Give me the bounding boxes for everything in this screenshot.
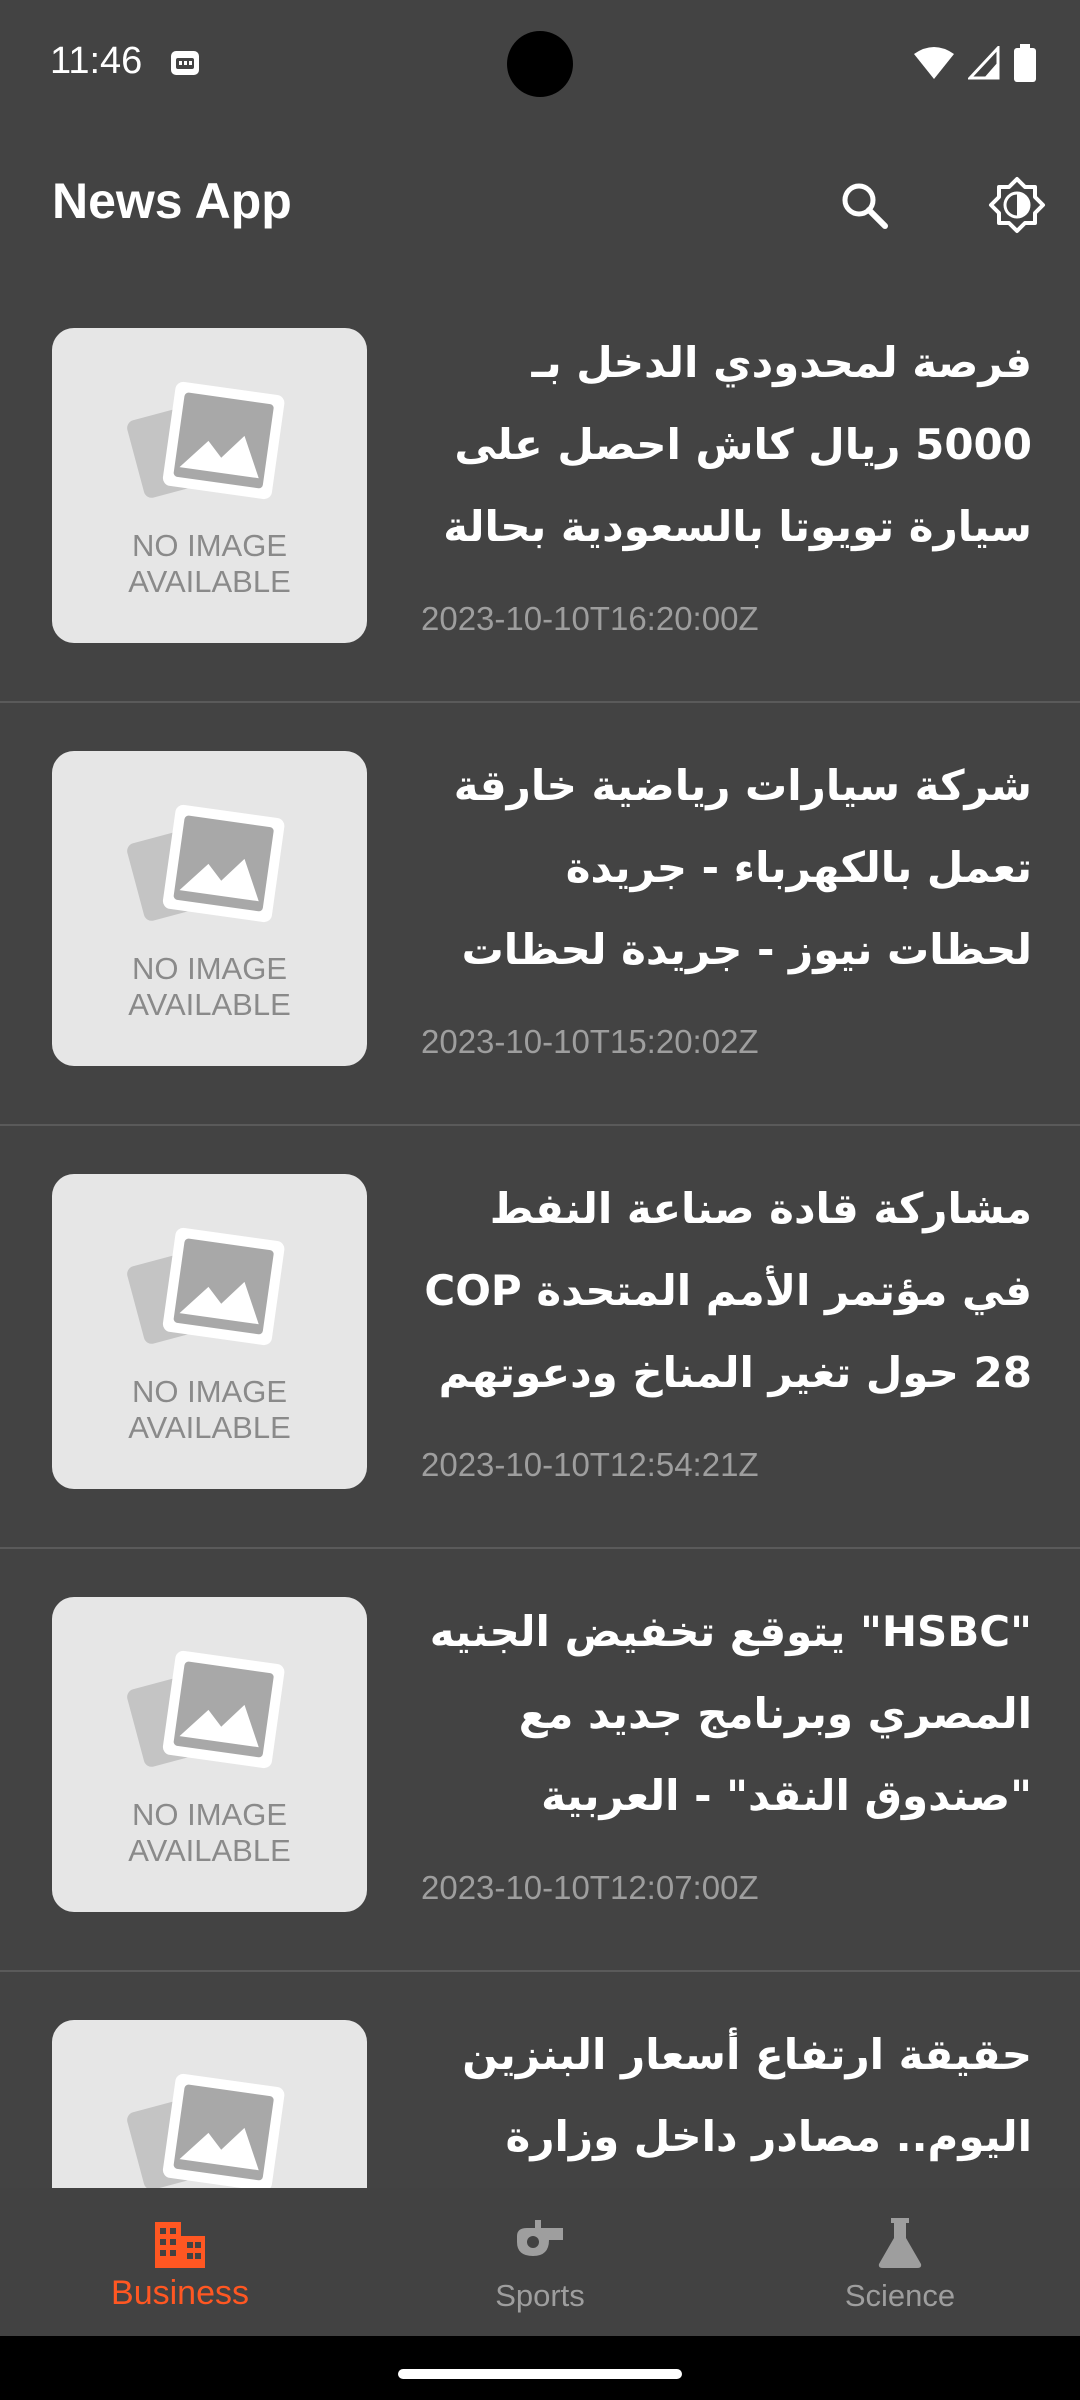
placeholder-text: NO IMAGE AVAILABLE bbox=[128, 528, 291, 599]
news-list[interactable]: NO IMAGE AVAILABLE فرصة لمحدودي الدخل بـ… bbox=[0, 280, 1080, 2188]
news-thumbnail: NO IMAGE AVAILABLE bbox=[52, 328, 367, 643]
building-icon bbox=[155, 2222, 205, 2268]
nav-label-science: Science bbox=[844, 2278, 956, 2313]
wifi-icon bbox=[914, 47, 954, 79]
nav-label-sports: Sports bbox=[495, 2278, 585, 2313]
flask-icon bbox=[878, 2218, 922, 2268]
image-placeholder-icon bbox=[127, 1227, 285, 1346]
bottom-navigation: Business Sports Science bbox=[0, 2188, 1080, 2336]
theme-toggle-icon bbox=[989, 177, 1045, 233]
nav-item-science[interactable]: Science bbox=[720, 2188, 1080, 2336]
news-title[interactable]: فرصة لمحدودي الدخل بـ 5000 ريال كاش احصل… bbox=[420, 322, 1032, 568]
theme-toggle-button[interactable] bbox=[977, 165, 1057, 245]
nav-item-business[interactable]: Business bbox=[0, 2188, 360, 2336]
search-button[interactable] bbox=[824, 165, 904, 245]
app-title: News App bbox=[52, 173, 292, 229]
news-item[interactable]: NO IMAGE AVAILABLE فرصة لمحدودي الدخل بـ… bbox=[0, 280, 1080, 703]
news-title[interactable]: شركة سيارات رياضية خارقة تعمل بالكهرباء … bbox=[420, 745, 1032, 991]
news-thumbnail: NO IMAGE AVAILABLE bbox=[52, 751, 367, 1066]
image-placeholder-icon bbox=[127, 804, 285, 923]
news-item[interactable]: NO IMAGE AVAILABLE "HSBC" يتوقع تخفيض ال… bbox=[0, 1549, 1080, 1972]
battery-icon bbox=[1014, 44, 1036, 82]
news-date: 2023-10-10T12:54:21Z bbox=[421, 1446, 759, 1483]
nav-label-business: Business bbox=[111, 2274, 249, 2312]
news-title[interactable]: حقيقة ارتفاع أسعار البنزين اليوم.. مصادر… bbox=[420, 2014, 1032, 2188]
status-icons bbox=[914, 44, 1036, 82]
app-bar: News App bbox=[0, 140, 1080, 270]
placeholder-text: NO IMAGE AVAILABLE bbox=[128, 951, 291, 1022]
notification-icon bbox=[171, 51, 199, 75]
news-title[interactable]: "HSBC" يتوقع تخفيض الجنيه المصري وبرنامج… bbox=[420, 1591, 1032, 1837]
nav-item-sports[interactable]: Sports bbox=[360, 2188, 720, 2336]
news-title[interactable]: مشاركة قادة صناعة النفط في مؤتمر الأمم ا… bbox=[420, 1168, 1032, 1414]
news-thumbnail: NO IMAGE AVAILABLE bbox=[52, 2020, 367, 2188]
image-placeholder-icon bbox=[127, 1650, 285, 1769]
news-item[interactable]: NO IMAGE AVAILABLE مشاركة قادة صناعة الن… bbox=[0, 1126, 1080, 1549]
news-date: 2023-10-10T15:20:02Z bbox=[421, 1023, 759, 1060]
image-placeholder-icon bbox=[127, 381, 285, 500]
signal-icon bbox=[968, 46, 1000, 80]
news-date: 2023-10-10T12:07:00Z bbox=[421, 1869, 759, 1906]
status-time: 11:46 bbox=[50, 40, 143, 82]
news-item[interactable]: NO IMAGE AVAILABLE شركة سيارات رياضية خا… bbox=[0, 703, 1080, 1126]
status-bar: 11:46 bbox=[0, 0, 1080, 130]
placeholder-text: NO IMAGE AVAILABLE bbox=[128, 1374, 291, 1445]
news-date: 2023-10-10T16:20:00Z bbox=[421, 600, 759, 637]
news-item[interactable]: NO IMAGE AVAILABLE حقيقة ارتفاع أسعار ال… bbox=[0, 1972, 1080, 2188]
gesture-navigation-area bbox=[0, 2336, 1080, 2400]
image-placeholder-icon bbox=[127, 2073, 285, 2188]
camera-cutout bbox=[507, 31, 573, 97]
news-thumbnail: NO IMAGE AVAILABLE bbox=[52, 1597, 367, 1912]
whistle-icon bbox=[517, 2220, 563, 2256]
placeholder-text: NO IMAGE AVAILABLE bbox=[128, 1797, 291, 1868]
news-thumbnail: NO IMAGE AVAILABLE bbox=[52, 1174, 367, 1489]
home-gesture-bar[interactable] bbox=[398, 2369, 682, 2379]
search-icon bbox=[842, 183, 888, 229]
